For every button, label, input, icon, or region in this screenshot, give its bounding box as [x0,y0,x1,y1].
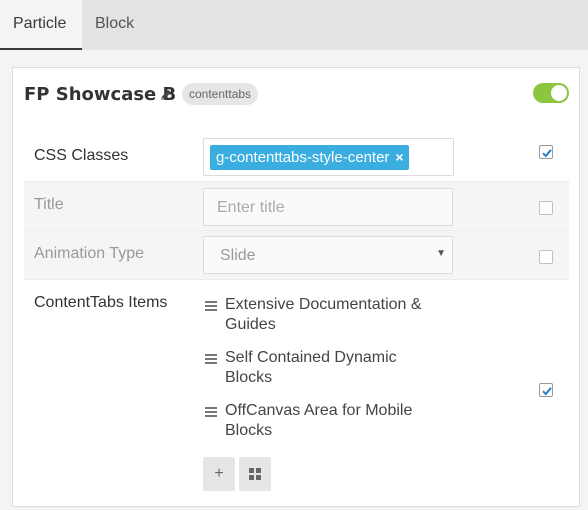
contenttabs-item[interactable]: OffCanvas Area for Mobile Blocks [205,401,445,441]
toggle-knob [551,85,567,101]
enabled-toggle[interactable] [533,83,569,103]
animation-type-row: Animation Type Slide ▼ [24,231,569,280]
drag-handle-icon[interactable] [205,354,217,364]
contenttabs-item-label: Extensive Documentation & Guides [225,296,422,333]
grid-icon [249,468,261,480]
animation-type-override-checkbox[interactable] [539,250,553,264]
title-override-checkbox[interactable] [539,201,553,215]
drag-handle-icon[interactable] [205,301,217,311]
pencil-icon[interactable] [159,88,173,102]
collection-settings-button[interactable] [239,457,271,491]
chip-remove-icon[interactable]: × [395,149,403,165]
title-row: Title Enter title [24,182,569,231]
plus-icon: + [214,465,224,482]
checkmark-icon [542,149,552,158]
particle-type-badge: contenttabs [182,83,259,105]
contenttabs-item-label: OffCanvas Area for Mobile Blocks [225,402,413,439]
tab-block[interactable]: Block [82,0,156,50]
tab-particle[interactable]: Particle [0,0,82,50]
add-item-button[interactable]: + [203,457,235,491]
contenttabs-item[interactable]: Extensive Documentation & Guides [205,295,445,335]
css-classes-override-checkbox[interactable] [539,145,553,159]
contenttabs-item[interactable]: Self Contained Dynamic Blocks [205,348,445,388]
drag-handle-icon[interactable] [205,407,217,417]
animation-type-value: Slide [220,247,256,264]
particle-settings-card: FP Showcase B contenttabs CSS Classes g-… [12,67,580,507]
particle-title: FP Showcase B [24,84,177,105]
css-classes-input[interactable]: g-contenttabs-style-center × [203,138,454,176]
tab-bar: Particle Block [0,0,588,50]
title-placeholder: Enter title [217,199,285,216]
css-classes-label: CSS Classes [34,147,129,164]
css-classes-row: CSS Classes g-contenttabs-style-center × [24,127,569,182]
title-label: Title [34,196,64,213]
contenttabs-items-label: ContentTabs Items [34,294,168,311]
animation-type-label: Animation Type [34,245,144,262]
css-class-chip: g-contenttabs-style-center × [210,145,409,170]
contenttabs-item-label: Self Contained Dynamic Blocks [225,349,397,386]
contenttabs-items-row: ContentTabs Items Extensive Documentatio… [24,280,569,506]
css-class-chip-label: g-contenttabs-style-center [216,149,390,166]
caret-down-icon: ▼ [436,248,446,259]
contenttabs-items-override-checkbox[interactable] [539,383,553,397]
animation-type-select[interactable]: Slide ▼ [203,236,453,274]
title-input[interactable]: Enter title [203,188,453,226]
checkmark-icon [542,387,552,396]
